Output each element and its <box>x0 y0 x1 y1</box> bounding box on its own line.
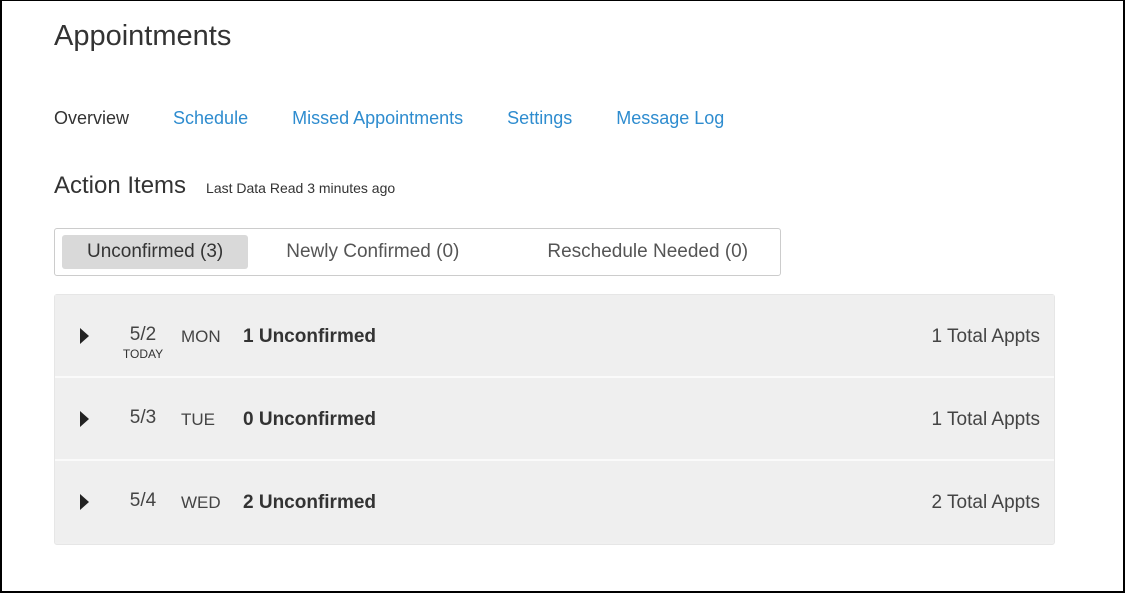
caret-right-icon[interactable] <box>80 494 89 510</box>
day-date: 5/2 <box>129 324 157 345</box>
day-row[interactable]: 5/3 TUE 0 Unconfirmed 1 Total Appts <box>55 378 1054 461</box>
action-items-title: Action Items <box>54 172 187 199</box>
day-row[interactable]: 5/2 TODAY MON 1 Unconfirmed 1 Total Appt… <box>55 295 1054 378</box>
nav-overview[interactable]: Overview <box>54 108 129 129</box>
caret-right-icon[interactable] <box>80 411 89 427</box>
total-appts: 2 Total Appts <box>931 492 1040 513</box>
day-date: 5/4 <box>129 490 157 511</box>
day-of-week: TUE <box>181 410 215 429</box>
tab-reschedule-needed[interactable]: Reschedule Needed (0) <box>522 235 773 269</box>
action-items-header: Action Items Last Data Read 3 minutes ag… <box>54 172 395 200</box>
unconfirmed-count: 0 Unconfirmed <box>243 409 377 430</box>
caret-right-icon[interactable] <box>80 328 89 344</box>
unconfirmed-count: 2 Unconfirmed <box>243 492 377 513</box>
tab-newly-confirmed[interactable]: Newly Confirmed (0) <box>261 235 484 269</box>
appointment-day-list: 5/2 TODAY MON 1 Unconfirmed 1 Total Appt… <box>54 294 1055 545</box>
action-items-tabs: Unconfirmed (3) Newly Confirmed (0) Resc… <box>54 228 781 276</box>
nav-message-log[interactable]: Message Log <box>616 108 724 129</box>
tab-unconfirmed[interactable]: Unconfirmed (3) <box>62 235 249 269</box>
nav-missed-appointments[interactable]: Missed Appointments <box>292 108 463 129</box>
total-appts: 1 Total Appts <box>931 409 1040 430</box>
unconfirmed-count: 1 Unconfirmed <box>243 326 377 347</box>
nav-settings[interactable]: Settings <box>507 108 572 129</box>
today-label: TODAY <box>122 347 164 361</box>
day-of-week: MON <box>181 327 221 346</box>
day-date: 5/3 <box>129 407 157 428</box>
page-title: Appointments <box>54 20 232 52</box>
total-appts: 1 Total Appts <box>931 326 1040 347</box>
nav-schedule[interactable]: Schedule <box>173 108 248 129</box>
section-nav: Overview Schedule Missed Appointments Se… <box>54 108 768 129</box>
last-data-read: Last Data Read 3 minutes ago <box>206 180 396 196</box>
day-of-week: WED <box>181 493 221 512</box>
day-row[interactable]: 5/4 WED 2 Unconfirmed 2 Total Appts <box>55 461 1054 542</box>
